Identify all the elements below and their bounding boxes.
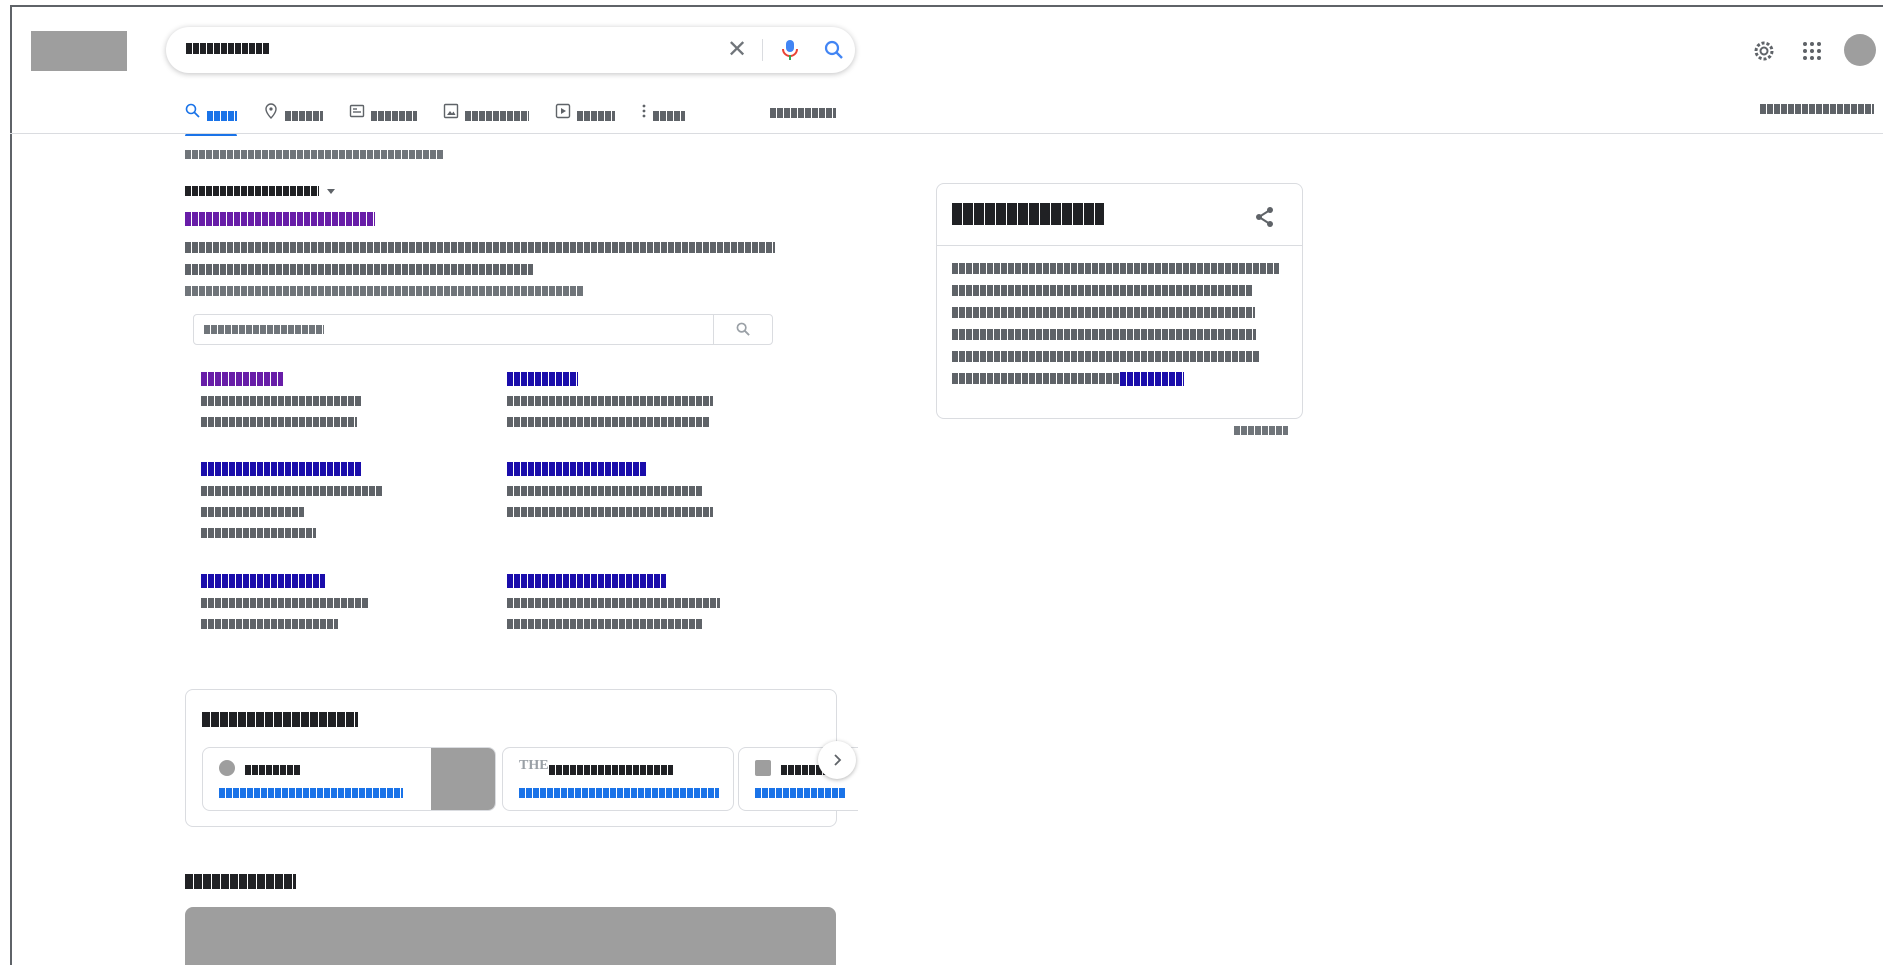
result-stats: ██████████████████████████████████ [185,150,443,159]
site-search-box[interactable]: ████████████████████ [193,314,773,345]
sitelink-title[interactable]: ███████████████ [201,574,325,588]
sitelink-desc: ███████████████████████████ [507,507,713,517]
apps-grid-icon[interactable] [1800,39,1824,63]
sitelink-desc: ████████████████████████ [507,486,703,496]
knowledge-panel-title: ████████████ [952,203,1104,225]
search-input[interactable]: ██████████ [186,43,270,54]
knowledge-panel: ████████████ ███████████████████████████… [936,183,1303,419]
more-vert-icon [642,104,646,118]
search-divider [762,39,763,61]
result-snippet: ████████████████████████████████████████… [185,242,775,253]
tab-label: ████ [653,111,685,121]
story-headline[interactable]: ██████████████████████████████████ [519,788,719,798]
news-icon [349,104,365,118]
story-source: ████████████████████ [549,765,673,775]
sitelink: ███████████ ████████████████████ ███████… [201,372,501,438]
sitelink-desc: ██████████████████████████ [507,598,720,608]
breadcrumb-text: █████████████████████ [185,186,319,196]
sitelink: ██████████████████ █████████████████████… [507,462,807,528]
mic-icon[interactable] [777,37,803,63]
sitelink-desc: ████████████████████████ [507,619,703,629]
breadcrumb[interactable]: █████████████████████ [185,186,335,196]
sitelink-desc: ███████████████████ [201,417,357,427]
chevron-right-icon [834,754,842,766]
sitelink-title[interactable]: █████████ [507,372,578,386]
story-headline[interactable]: ██████████ [755,788,845,798]
sitelink-desc: █████████████████████ [201,486,382,496]
tools-button[interactable]: ████████ [770,108,836,118]
knowledge-panel-text: ████████████████████████████████████████ [952,307,1255,318]
site-search-input[interactable]: ████████████████████ [204,325,324,334]
sitelink-desc: ████████████████████ [201,396,362,406]
sitelink-title[interactable]: ████████████████████ [201,462,362,476]
feedback-link[interactable]: ████████ [1234,426,1288,435]
search-box[interactable]: ██████████ ✕ [166,27,855,73]
search-tabs: ████ █████ ██████ █████████ █████ ████ [185,100,711,136]
tab-images[interactable]: █████████ [443,100,529,136]
knowledge-panel-text: ████████████████████████████████████████… [952,351,1260,362]
safesearch-link[interactable]: ████████████████ [1760,104,1874,114]
story-source: ████████ [245,765,301,775]
sitelink-desc: ██████████████████████████ [507,396,713,406]
sitelink-title[interactable]: ███████████ [201,372,283,386]
logo[interactable] [31,31,127,71]
image-icon [443,103,459,119]
sitelink: ████████████████████ ███████████████████… [201,462,501,549]
video-icon [555,103,571,119]
sitelink: ████████████████████ ███████████████████… [507,574,807,640]
story-card[interactable]: ████████ ███████████████████████████████… [202,747,496,811]
sitelink-title[interactable]: ████████████████████ [507,574,666,588]
result-snippet: ████████████████████████████████████████… [185,264,533,275]
search-icon[interactable] [821,37,847,63]
source-logo-icon: THE [519,758,549,773]
tab-more[interactable]: ████ [641,100,685,136]
carousel-next-button[interactable] [818,741,856,779]
close-icon[interactable]: ✕ [724,37,750,63]
map-pin-icon [265,103,277,119]
tab-label: █████ [285,111,323,121]
avatar[interactable] [1844,34,1876,66]
gear-icon[interactable] [1751,38,1777,64]
sitelink: █████████ ██████████████████████████ ███… [507,372,807,438]
knowledge-panel-more-link[interactable]: █████████ [1120,372,1184,386]
site-search-button[interactable] [713,315,772,344]
top-stories: ████████████████████ ████████ ██████████… [185,689,858,827]
tab-label: ██████ [371,111,417,121]
result-title-link[interactable]: ████████████████████████ [185,212,375,226]
story-headline[interactable]: ████████████████████████████████ [219,788,403,798]
tab-videos[interactable]: █████ [555,100,615,136]
tab-label: █████ [577,111,615,121]
tab-maps[interactable]: █████ [263,100,323,136]
chevron-down-icon[interactable] [327,188,335,194]
story-card[interactable]: THE ████████████████████ ███████████████… [502,747,734,811]
top-stories-title: ████████████████████ [202,712,358,727]
section-title: █████████████ [185,874,296,889]
story-thumbnail [431,748,495,810]
share-icon[interactable] [1253,205,1277,229]
knowledge-panel-text: ████████████████████████████████████████… [952,263,1279,274]
sitelink-desc: ██████████████ [201,528,316,538]
panel-divider [937,245,1302,246]
source-icon [219,760,235,776]
tab-news[interactable]: ██████ [349,100,417,136]
tab-all[interactable]: ████ [185,100,237,136]
sitelink-desc: █████████████ [201,507,304,517]
knowledge-panel-text: ████████████████████████████████████████ [952,329,1256,340]
search-icon [185,103,200,118]
source-icon [755,760,771,776]
sitelink-desc: █████████████████████ [201,598,369,608]
image-result-block[interactable] [185,907,836,965]
sitelink-desc: ████████████████████████ [507,417,709,427]
search-icon [736,322,750,336]
sitelink-desc: ████████████████ [201,619,338,629]
sitelink-title[interactable]: ██████████████████ [507,462,647,476]
result-snippet: ████████████████████████████████████████… [185,286,583,296]
header-divider [10,133,1883,134]
sitelink: ███████████████ █████████████████████ ██… [201,574,501,640]
knowledge-panel-text: █████████████████████████ [952,373,1120,384]
tab-label: █████████ [465,111,529,121]
knowledge-panel-text: ████████████████████████████████████ [952,285,1252,296]
tab-label: ████ [207,111,237,121]
